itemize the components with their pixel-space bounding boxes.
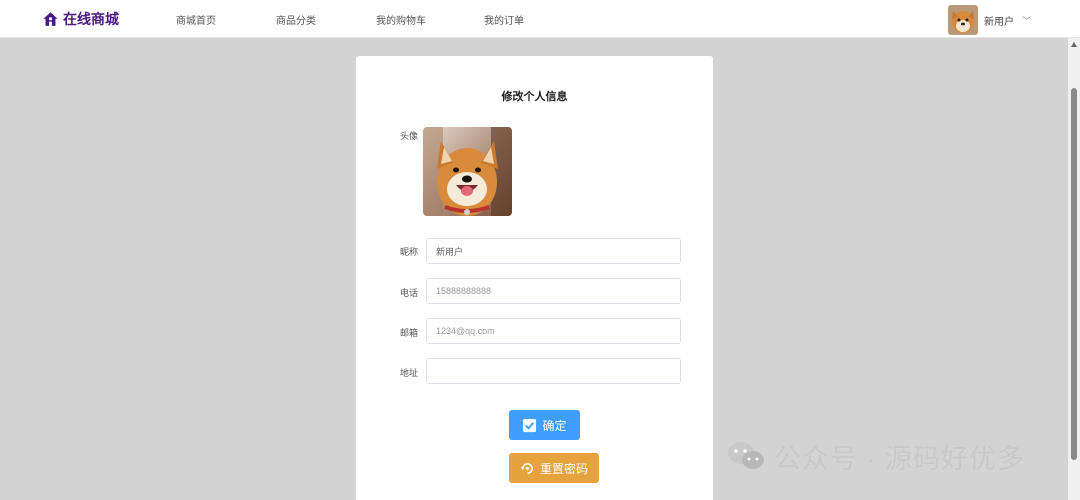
check-square-icon [523,418,537,432]
refresh-icon [520,462,533,474]
avatar-label: 头像 [400,131,419,141]
avatar[interactable] [948,5,978,35]
scroll-thumb[interactable] [1071,88,1077,460]
house-icon [43,11,58,26]
confirm-button[interactable]: 确定 [509,410,580,440]
top-navbar: 在线商城 商城首页 商品分类 我的购物车 我的订单 新用户 ﹀ [0,0,1080,38]
page-scrollbar[interactable] [1068,38,1080,500]
email-input[interactable]: 1234@qq.com [426,318,681,344]
nav-categories[interactable]: 商品分类 [276,12,316,27]
user-menu[interactable]: 新用户 ﹀ [948,5,1031,35]
wechat-icon [728,442,764,469]
nav-orders[interactable]: 我的订单 [484,12,524,27]
user-name: 新用户 [984,16,1014,28]
logo-text: 在线商城 [63,11,119,27]
nickname-label: 昵称 [400,247,419,257]
site-logo[interactable]: 在线商城 [42,9,119,29]
avatar-upload[interactable] [423,127,512,216]
scroll-up-arrow-icon[interactable] [1071,42,1077,47]
nav-cart[interactable]: 我的购物车 [376,12,426,27]
watermark-text: 公众号 · 源码好优多 [774,443,1025,474]
reset-password-button[interactable]: 重置密码 [509,453,599,483]
address-label: 地址 [400,368,419,378]
profile-card: 修改个人信息 头像 昵称 新用户 电话 15888888888 邮箱 1234@… [356,56,713,500]
watermark: 公众号 · 源码好优多 [726,438,1025,474]
reset-password-label: 重置密码 [539,461,588,476]
page-title: 修改个人信息 [501,91,568,103]
email-label: 邮箱 [400,328,419,338]
address-input[interactable] [426,358,681,384]
nickname-input[interactable]: 新用户 [426,238,681,264]
phone-label: 电话 [400,288,419,298]
phone-input[interactable]: 15888888888 [426,278,681,304]
confirm-label: 确定 [542,418,567,433]
nav-home[interactable]: 商城首页 [176,12,216,27]
chevron-down-icon[interactable]: ﹀ [1022,14,1031,27]
